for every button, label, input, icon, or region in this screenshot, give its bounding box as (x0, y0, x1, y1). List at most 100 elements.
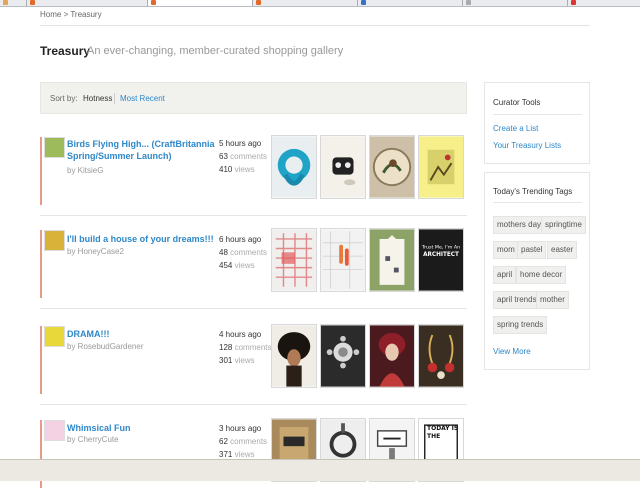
views-label: views (234, 165, 255, 174)
browser-tab[interactable] (463, 0, 568, 6)
tag-chip[interactable]: home decor (516, 266, 567, 284)
comment-count: 128 (219, 343, 233, 352)
item-thumbnail[interactable] (418, 324, 464, 388)
views-label: views (234, 356, 255, 365)
view-count: 454 (219, 261, 233, 270)
page-title: Treasury (40, 44, 91, 58)
create-list-link[interactable]: Create a List (493, 124, 538, 133)
browser-tab[interactable] (27, 0, 148, 6)
list-title-link[interactable]: Whimsical Fun (67, 422, 217, 434)
avatar[interactable] (44, 420, 65, 441)
svg-text:Trust Me, I'm An: Trust Me, I'm An (421, 245, 460, 251)
item-thumbnail[interactable] (320, 228, 366, 292)
favicon-icon (571, 0, 576, 5)
divider (40, 25, 590, 26)
comment-count: 62 (219, 437, 228, 446)
page-subtitle: An ever-changing, member-curated shoppin… (87, 45, 344, 57)
divider (493, 114, 582, 115)
item-thumbnail[interactable] (369, 324, 415, 388)
views-label: views (234, 261, 255, 270)
tag-chip[interactable]: spring trends (493, 316, 548, 334)
item-thumbnail[interactable] (369, 228, 415, 292)
browser-tab-strip (0, 0, 640, 7)
browser-tab[interactable] (253, 0, 358, 6)
breadcrumb[interactable]: Home > Treasury (40, 10, 102, 19)
item-thumbnail[interactable] (320, 135, 366, 199)
trending-tags-title: Today's Trending Tags (493, 187, 573, 196)
list-stats: 4 hours ago 128 comments 301 views (219, 328, 272, 367)
list-title-link[interactable]: Birds Flying High... (CraftBritannia Spr… (67, 138, 217, 162)
svg-text:ARCHITECT: ARCHITECT (423, 252, 459, 258)
item-thumbnail[interactable] (320, 324, 366, 388)
comments-label: comments (230, 248, 268, 257)
curator-link[interactable]: by CherryCute (67, 435, 119, 444)
row-divider (40, 404, 467, 405)
browser-tab[interactable] (358, 0, 463, 6)
thumb-text: TODAY IS THE (427, 425, 459, 440)
item-thumbnail[interactable] (418, 135, 464, 199)
curator-link[interactable]: by HoneyCase2 (67, 247, 124, 256)
your-treasury-lists-link[interactable]: Your Treasury Lists (493, 141, 561, 150)
curator-tools-title: Curator Tools (493, 98, 541, 107)
tag-chip[interactable]: mother (536, 291, 569, 309)
treasury-list-row: Birds Flying High... (CraftBritannia Spr… (40, 135, 467, 216)
view-more-link[interactable]: View More (493, 347, 531, 356)
list-title-link[interactable]: I'll build a house of your dreams!!! (67, 233, 217, 245)
item-thumbnail[interactable] (271, 324, 317, 388)
comments-label: comments (230, 152, 268, 161)
list-stats: 5 hours ago 63 comments 410 views (219, 137, 267, 176)
thumbnail-strip: Trust Me, I'm An ARCHITECT (271, 228, 465, 298)
list-stats: 3 hours ago 62 comments 371 views (219, 422, 267, 461)
curator-link[interactable]: by KitsieG (67, 166, 103, 175)
comments-label: comments (234, 343, 272, 352)
tag-chip[interactable]: pastel (517, 241, 547, 259)
item-thumbnail[interactable]: Trust Me, I'm An ARCHITECT (418, 228, 464, 292)
time-ago: 5 hours ago (219, 139, 262, 148)
divider (493, 202, 582, 203)
comment-count: 63 (219, 152, 228, 161)
time-ago: 3 hours ago (219, 424, 262, 433)
status-bar (0, 459, 640, 481)
row-accent (40, 230, 42, 298)
row-divider (40, 215, 467, 216)
item-thumbnail[interactable] (271, 228, 317, 292)
favicon-icon (466, 0, 471, 5)
comment-count: 48 (219, 248, 228, 257)
avatar[interactable] (44, 326, 65, 347)
sort-separator (114, 93, 115, 104)
favicon-icon (361, 0, 366, 5)
time-ago: 6 hours ago (219, 235, 262, 244)
item-thumbnail[interactable] (369, 135, 415, 199)
favicon-icon (256, 0, 261, 5)
tag-chip[interactable]: easter (547, 241, 578, 259)
row-accent (40, 326, 42, 394)
tag-chip[interactable]: mom (493, 241, 519, 259)
trending-tags-panel: Today's Trending Tags mothers day spring… (484, 172, 590, 370)
tag-chip[interactable]: springtime (541, 216, 586, 234)
sort-option-hotness[interactable]: Hotness (83, 94, 112, 103)
view-count: 410 (219, 165, 233, 174)
sort-bar: Sort by: Hotness Most Recent (40, 82, 467, 114)
tag-chip[interactable]: april (493, 266, 517, 284)
browser-tab-active[interactable] (148, 0, 253, 6)
treasury-list-row: I'll build a house of your dreams!!! by … (40, 228, 467, 309)
views-label: views (234, 450, 255, 459)
view-count: 371 (219, 450, 233, 459)
treasury-list-row: DRAMA!!! by RosebudGardener 4 hours ago … (40, 324, 467, 405)
avatar[interactable] (44, 230, 65, 251)
browser-tab[interactable] (0, 0, 27, 6)
thumbnail-strip (271, 324, 465, 394)
item-thumbnail[interactable] (271, 135, 317, 199)
row-divider (40, 308, 467, 309)
comments-label: comments (230, 437, 268, 446)
tag-chip[interactable]: mothers day (493, 216, 546, 234)
favicon-icon (151, 0, 156, 5)
list-title-link[interactable]: DRAMA!!! (67, 328, 217, 340)
curator-tools-panel: Curator Tools Create a List Your Treasur… (484, 82, 590, 164)
list-stats: 6 hours ago 48 comments 454 views (219, 233, 267, 272)
browser-tab[interactable] (568, 0, 640, 6)
sort-option-most-recent[interactable]: Most Recent (120, 94, 165, 103)
curator-link[interactable]: by RosebudGardener (67, 342, 144, 351)
tag-chip[interactable]: april trends (493, 291, 541, 309)
avatar[interactable] (44, 137, 65, 158)
